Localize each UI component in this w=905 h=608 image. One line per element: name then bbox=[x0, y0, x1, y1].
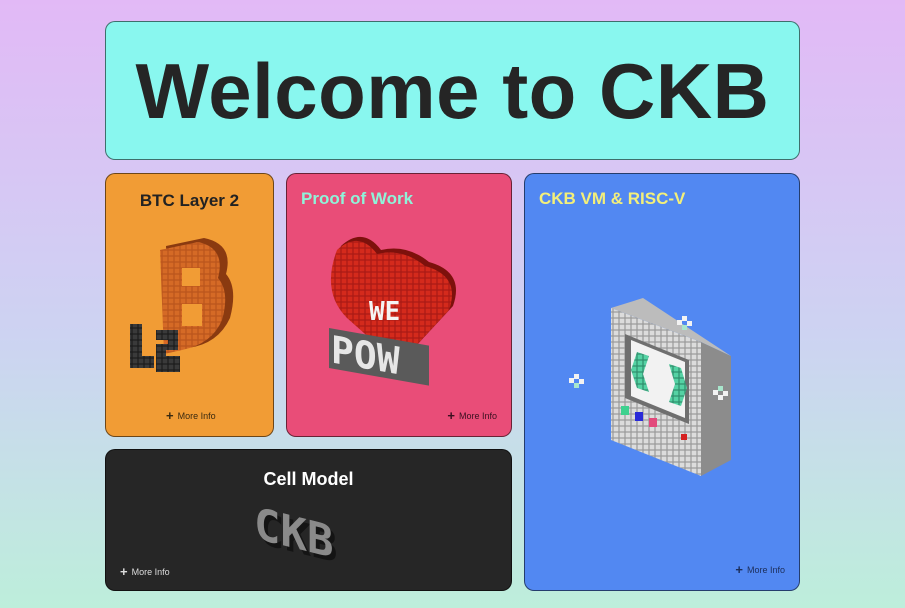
more-info-label: More Info bbox=[458, 410, 497, 421]
card-ckb-vm-risc-v[interactable]: CKB VM & RISC-V + More Info bbox=[524, 173, 800, 591]
l2-btc-icon bbox=[126, 226, 256, 376]
card-title: Proof of Work bbox=[301, 189, 414, 208]
ckb-blocks-icon: CKB CKB bbox=[246, 490, 376, 590]
more-info-label: More Info bbox=[177, 410, 216, 421]
card-title: Cell Model bbox=[263, 469, 354, 489]
heart-we-pow-icon: WE POW bbox=[311, 224, 481, 404]
welcome-banner: Welcome to CKB bbox=[105, 21, 800, 160]
plus-icon: + bbox=[166, 408, 174, 423]
more-info-label: More Info bbox=[746, 564, 785, 575]
more-info-button[interactable]: + More Info bbox=[166, 409, 216, 422]
card-title: CKB VM & RISC-V bbox=[539, 189, 686, 208]
sparkle-icon bbox=[569, 374, 584, 388]
more-info-label: More Info bbox=[131, 566, 170, 577]
ckb-text: CKB bbox=[254, 498, 333, 569]
more-info-button[interactable]: + More Info bbox=[120, 565, 170, 578]
page-title: Welcome to CKB bbox=[135, 46, 770, 135]
plus-icon: + bbox=[447, 408, 455, 423]
card-title: BTC Layer 2 bbox=[139, 191, 240, 210]
card-proof-of-work[interactable]: Proof of Work WE POW + More Info bbox=[286, 173, 512, 437]
more-info-button[interactable]: + More Info bbox=[447, 409, 497, 422]
computer-icon bbox=[565, 294, 765, 494]
plus-icon: + bbox=[120, 564, 128, 579]
we-text: WE bbox=[369, 297, 400, 327]
card-cell-model[interactable]: Cell Model CKB CKB + More Info bbox=[105, 449, 512, 591]
card-btc-layer-2[interactable]: BTC Layer 2 + More Info bbox=[105, 173, 274, 437]
plus-icon: + bbox=[735, 562, 743, 577]
more-info-button[interactable]: + More Info bbox=[735, 563, 785, 576]
